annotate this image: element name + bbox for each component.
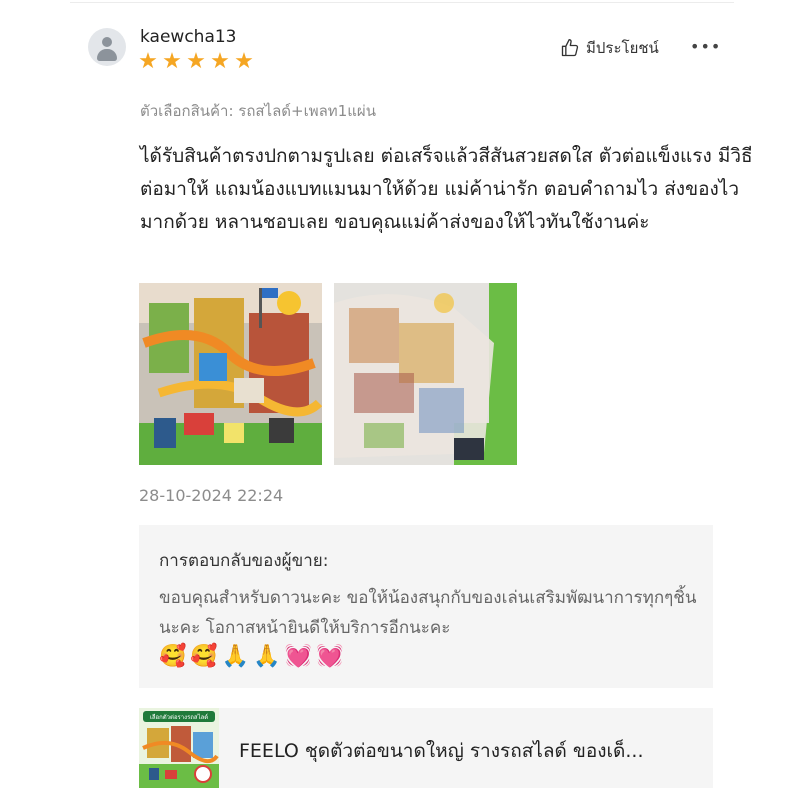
star-icon: ★ <box>138 49 158 74</box>
username[interactable]: kaewcha13 <box>140 27 237 47</box>
product-thumb-banner: เลือกตัวต่อรางรถสไลด์ <box>150 713 208 721</box>
review-timestamp: 28-10-2024 22:24 <box>139 486 284 505</box>
avatar-body <box>97 49 117 61</box>
top-divider <box>70 2 734 3</box>
rating-stars: ★ ★ ★ ★ ★ <box>138 49 254 74</box>
lego-package-photo <box>334 283 517 465</box>
avatar[interactable] <box>88 28 126 66</box>
review-photo-1[interactable] <box>139 283 322 465</box>
smiling-hearts-emoji-icon: 🥰 <box>159 644 187 669</box>
more-options-icon[interactable]: ••• <box>690 37 721 56</box>
helpful-button[interactable]: มีประโยชน์ <box>560 36 659 60</box>
star-icon: ★ <box>186 49 206 74</box>
product-thumbnail: เลือกตัวต่อรางรถสไลด์ <box>139 708 219 788</box>
smiling-hearts-emoji-icon: 🥰 <box>190 644 218 669</box>
seller-reply-title: การตอบกลับของผู้ขาย: <box>159 551 329 571</box>
product-variant: ตัวเลือกสินค้า: รถสไลด์+เพลท1แผ่น <box>140 102 376 120</box>
beating-heart-emoji-icon: 💓 <box>284 644 313 669</box>
lego-slide-photo <box>139 283 322 465</box>
review-text: ได้รับสินค้าตรงปกตามรูปเลย ต่อเสร็จแล้วส… <box>140 145 753 233</box>
helpful-label: มีประโยชน์ <box>586 39 659 57</box>
folded-hands-emoji-icon: 🙏 <box>221 644 250 669</box>
seller-reply-box: การตอบกลับของผู้ขาย: ขอบคุณสำหรับดาวนะคะ… <box>139 525 713 688</box>
folded-hands-emoji-icon: 🙏 <box>253 644 281 669</box>
beating-heart-emoji-icon: 💓 <box>316 644 344 669</box>
seller-reply-text: ขอบคุณสำหรับดาวนะคะ ขอให้น้องสนุกกับของเ… <box>159 588 697 638</box>
product-name[interactable]: FEELO ชุดตัวต่อขนาดใหญ่ รางรถสไลด์ ของเด… <box>239 736 699 766</box>
avatar-head <box>102 37 112 47</box>
thumbs-up-icon <box>561 39 579 57</box>
star-icon: ★ <box>234 49 254 74</box>
star-icon: ★ <box>210 49 230 74</box>
star-icon: ★ <box>162 49 182 74</box>
review-photo-2[interactable] <box>334 283 517 465</box>
product-link-card[interactable]: เลือกตัวต่อรางรถสไลด์ FEELO ชุดตัวต่อขนา… <box>139 708 713 788</box>
seller-reply-emojis: 🥰 🥰 🙏 🙏 💓 💓 <box>159 643 343 671</box>
